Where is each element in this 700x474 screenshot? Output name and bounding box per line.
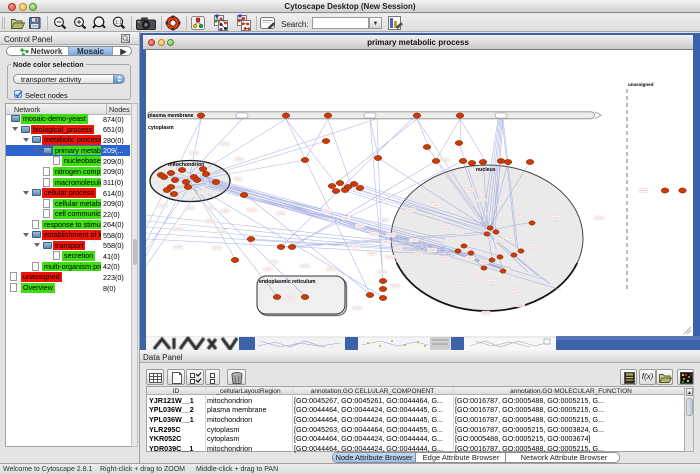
svg-text:cytoplasm: cytoplasm <box>148 125 174 131</box>
svg-text:endoplasmic reticulum: endoplasmic reticulum <box>259 279 316 285</box>
svg-text:mitochondrion: mitochondrion <box>168 162 204 168</box>
svg-text:1:1: 1:1 <box>115 20 122 26</box>
svg-text:unassigned: unassigned <box>628 82 654 87</box>
svg-text:plasma membrane: plasma membrane <box>148 113 194 119</box>
svg-text:nucleus: nucleus <box>476 167 496 173</box>
